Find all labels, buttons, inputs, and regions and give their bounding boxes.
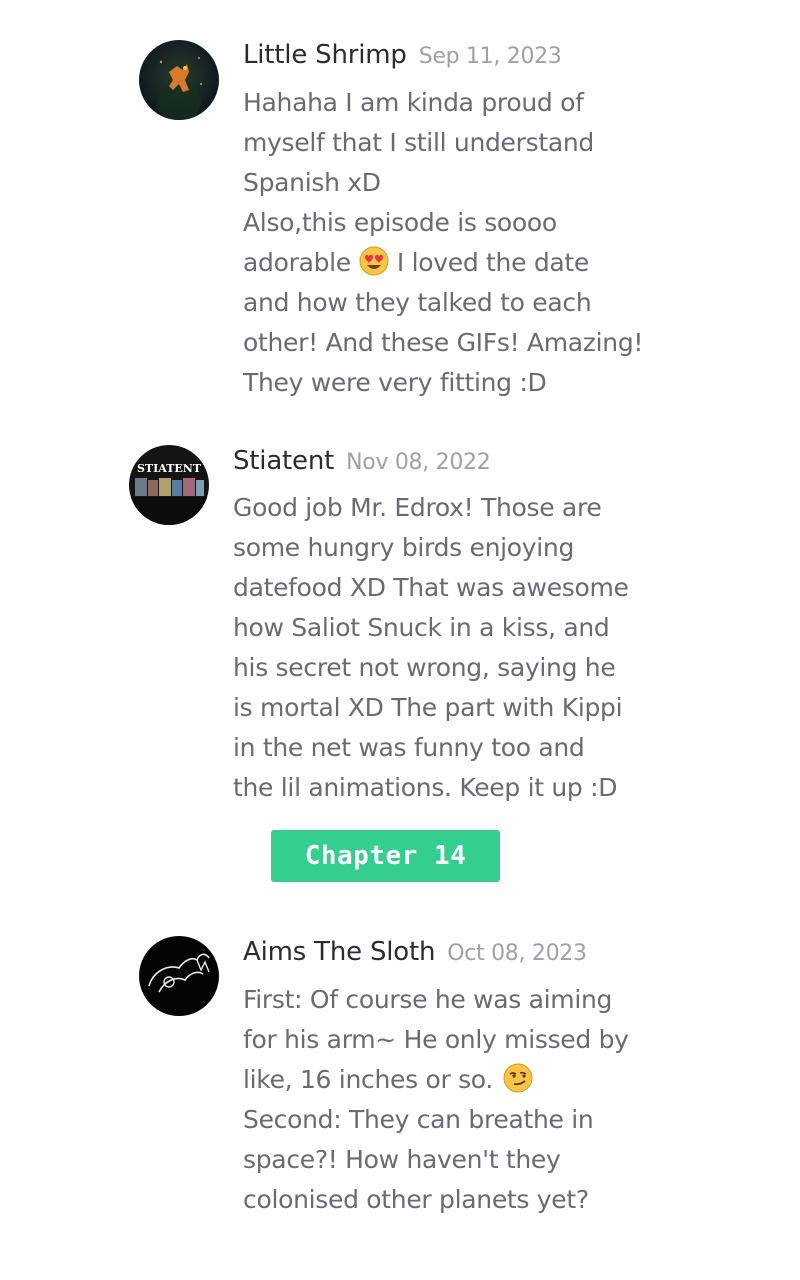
comment-line: Hahaha I am kinda proud of — [243, 88, 584, 117]
comment-line-part: like, 16 inches or so. — [243, 1065, 493, 1094]
comment-line: his secret not wrong, saying he — [233, 653, 616, 682]
comment-line: some hungry birds enjoying — [233, 533, 575, 562]
username[interactable]: Little Shrimp — [243, 40, 407, 70]
comment-line: the lil animations. Keep it up :D — [233, 773, 618, 802]
comment-line: myself that I still understand — [243, 128, 594, 157]
sloth-avatar-icon — [139, 936, 219, 1016]
comment-line: and how they talked to each — [243, 288, 592, 317]
comment-line: how Saliot Snuck in a kiss, and — [233, 613, 610, 642]
comment-line: They were very fitting :D — [243, 368, 547, 397]
comment-line-part: adorable — [243, 248, 351, 277]
comment-header: Little Shrimp Sep 11, 2023 — [243, 40, 562, 70]
comment-date: Sep 11, 2023 — [418, 44, 562, 69]
avatar[interactable] — [139, 40, 219, 120]
comment-line: is mortal XD The part with Kippi — [233, 693, 623, 722]
avatar[interactable]: STIATENT — [129, 445, 209, 525]
comment-line: for his arm~ He only missed by — [243, 1025, 629, 1054]
comment-line: like, 16 inches or so. — [243, 1060, 629, 1100]
comment-header: Aims The Sloth Oct 08, 2023 — [243, 937, 587, 967]
avatar-text: STIATENT — [137, 462, 202, 475]
comment-line: Spanish xD — [243, 168, 381, 197]
chapter-button[interactable]: Chapter 14 — [271, 830, 500, 882]
comment-line: Good job Mr. Edrox! Those are — [233, 493, 602, 522]
comment-line: in the net was funny too and — [233, 733, 585, 762]
comment-line: First: Of course he was aiming — [243, 985, 613, 1014]
username[interactable]: Stiatent — [233, 446, 334, 476]
avatar[interactable] — [139, 936, 219, 1016]
comment-header: Stiatent Nov 08, 2022 — [233, 446, 491, 476]
shrimp-avatar-icon — [139, 40, 219, 120]
smirk-emoji-icon — [503, 1063, 533, 1093]
comment-date: Nov 08, 2022 — [346, 450, 491, 475]
comment-line: colonised other planets yet? — [243, 1185, 589, 1214]
comment-line: adorable I loved the date — [243, 243, 643, 283]
comment-line-part: I loved the date — [396, 248, 589, 277]
comment-text: Hahaha I am kinda proud of myself that I… — [243, 83, 643, 403]
username[interactable]: Aims The Sloth — [243, 937, 435, 967]
comment-line: Also,this episode is soooo — [243, 208, 557, 237]
comment-line: datefood XD That was awesome — [233, 573, 629, 602]
comment-text: Good job Mr. Edrox! Those are some hungr… — [233, 488, 629, 808]
comment-date: Oct 08, 2023 — [447, 941, 587, 966]
comment-line: Second: They can breathe in — [243, 1105, 594, 1134]
comment-line: other! And these GIFs! Amazing! — [243, 328, 644, 357]
comment-line: space?! How haven't they — [243, 1145, 561, 1174]
stiatent-avatar-icon: STIATENT — [129, 445, 209, 525]
comment-text: First: Of course he was aiming for his a… — [243, 980, 629, 1220]
heart-eyes-emoji-icon — [359, 246, 389, 276]
